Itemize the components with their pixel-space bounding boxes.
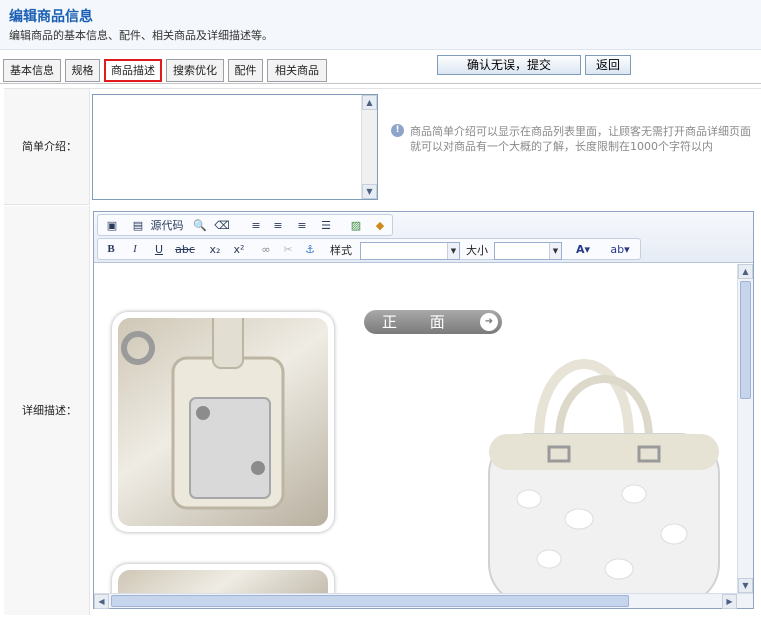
horizontal-scroll-thumb[interactable] xyxy=(111,595,629,607)
eraser-icon[interactable]: ⌫ xyxy=(214,217,230,234)
fullscreen-icon[interactable]: ▣ xyxy=(104,217,120,234)
submit-button[interactable]: 确认无误，提交 xyxy=(437,55,581,75)
page-title: 编辑商品信息 xyxy=(9,9,93,25)
underline-icon[interactable]: U xyxy=(152,241,166,258)
photo-placeholder-2 xyxy=(118,570,328,593)
style-select[interactable]: ▼ xyxy=(360,242,460,260)
brief-label: 简单介绍： xyxy=(4,89,90,205)
rich-text-editor: ▣ ▤ 源代码 🔍 ⌫ ≡ ≡ ≡ ☰ ▨ ◆ B I U abc x₂ x² … xyxy=(93,211,754,609)
editor-horizontal-scrollbar[interactable]: ◀ ▶ xyxy=(94,593,753,609)
scroll-down-icon[interactable]: ▼ xyxy=(362,184,377,199)
image-icon[interactable]: ▨ xyxy=(348,217,364,234)
link-icon[interactable]: ∞ xyxy=(258,241,274,258)
brief-textarea-scrollbar[interactable]: ▲ ▼ xyxy=(361,95,377,199)
brief-textarea[interactable]: ▲ ▼ xyxy=(92,94,378,200)
chevron-down-icon[interactable]: ▼ xyxy=(549,243,561,259)
italic-icon[interactable]: I xyxy=(128,241,142,258)
page-header: 编辑商品信息 编辑商品的基本信息、配件、相关商品及详细描述等。 xyxy=(0,0,761,50)
photo-placeholder xyxy=(118,318,328,526)
size-select[interactable]: ▼ xyxy=(494,242,562,260)
product-detail-photo xyxy=(112,312,334,532)
page-subtitle: 编辑商品的基本信息、配件、相关商品及详细描述等。 xyxy=(9,29,273,42)
toolbar-row-1: ▣ ▤ 源代码 🔍 ⌫ ≡ ≡ ≡ ☰ ▨ ◆ xyxy=(97,214,393,236)
superscript-icon[interactable]: x² xyxy=(230,241,248,258)
source-icon[interactable]: ▤ xyxy=(130,217,146,234)
strikethrough-icon[interactable]: abc xyxy=(174,241,196,258)
detail-label: 详细描述： xyxy=(4,206,90,615)
scroll-up-icon[interactable]: ▲ xyxy=(362,95,377,110)
tab-related-products[interactable]: 相关商品 xyxy=(267,59,327,82)
tab-specs[interactable]: 规格 xyxy=(65,59,100,82)
tab-product-description[interactable]: 商品描述 xyxy=(104,59,162,82)
toolbar-row-2: B I U abc x₂ x² ∞ ✂ ⚓ 样式 ▼ 大小 ▼ A▾ ab▾ xyxy=(97,238,641,260)
tab-accessories[interactable]: 配件 xyxy=(228,59,263,82)
subscript-icon[interactable]: x₂ xyxy=(206,241,224,258)
align-left-icon[interactable]: ≡ xyxy=(248,217,264,234)
editor-content[interactable]: 正 面 ➜ xyxy=(94,264,737,593)
chevron-down-icon[interactable]: ▼ xyxy=(447,243,459,259)
find-icon[interactable]: 🔍 xyxy=(192,217,208,234)
bold-icon[interactable]: B xyxy=(104,241,118,258)
font-color-icon[interactable]: A▾ xyxy=(570,241,596,258)
anchor-icon[interactable]: ⚓ xyxy=(302,241,318,258)
style-label: 样式 xyxy=(330,244,352,257)
info-icon: ! xyxy=(391,124,404,137)
justify-icon[interactable]: ☰ xyxy=(318,217,334,234)
vertical-scroll-thumb[interactable] xyxy=(740,281,751,399)
flash-icon[interactable]: ◆ xyxy=(372,217,388,234)
editor-toolbar: ▣ ▤ 源代码 🔍 ⌫ ≡ ≡ ≡ ☰ ▨ ◆ B I U abc x₂ x² … xyxy=(94,212,753,263)
bag-tag-illustration xyxy=(121,318,285,510)
tab-seo[interactable]: 搜索优化 xyxy=(166,59,224,82)
scroll-right-icon[interactable]: ▶ xyxy=(722,594,737,609)
scroll-up-icon[interactable]: ▲ xyxy=(738,264,753,279)
product-detail-photo-2 xyxy=(112,564,334,593)
size-label: 大小 xyxy=(466,244,488,257)
scroll-down-icon[interactable]: ▼ xyxy=(738,578,753,593)
unlink-icon[interactable]: ✂ xyxy=(280,241,296,258)
highlight-color-icon[interactable]: ab▾ xyxy=(606,241,634,258)
back-button[interactable]: 返回 xyxy=(585,55,631,75)
tab-basic-info[interactable]: 基本信息 xyxy=(3,59,61,82)
source-code-button[interactable]: 源代码 xyxy=(148,217,186,234)
scroll-left-icon[interactable]: ◀ xyxy=(94,594,109,609)
handbag-illustration xyxy=(488,359,720,593)
brief-hint: 商品简单介绍可以显示在商品列表里面，让顾客无需打开商品详细页面就可以对商品有一个… xyxy=(410,125,751,153)
editor-vertical-scrollbar[interactable]: ▲ ▼ xyxy=(737,264,753,593)
align-center-icon[interactable]: ≡ xyxy=(270,217,286,234)
tab-bar: 基本信息 规格 商品描述 搜索优化 配件 相关商品 确认无误，提交 返回 xyxy=(0,50,761,84)
align-right-icon[interactable]: ≡ xyxy=(294,217,310,234)
